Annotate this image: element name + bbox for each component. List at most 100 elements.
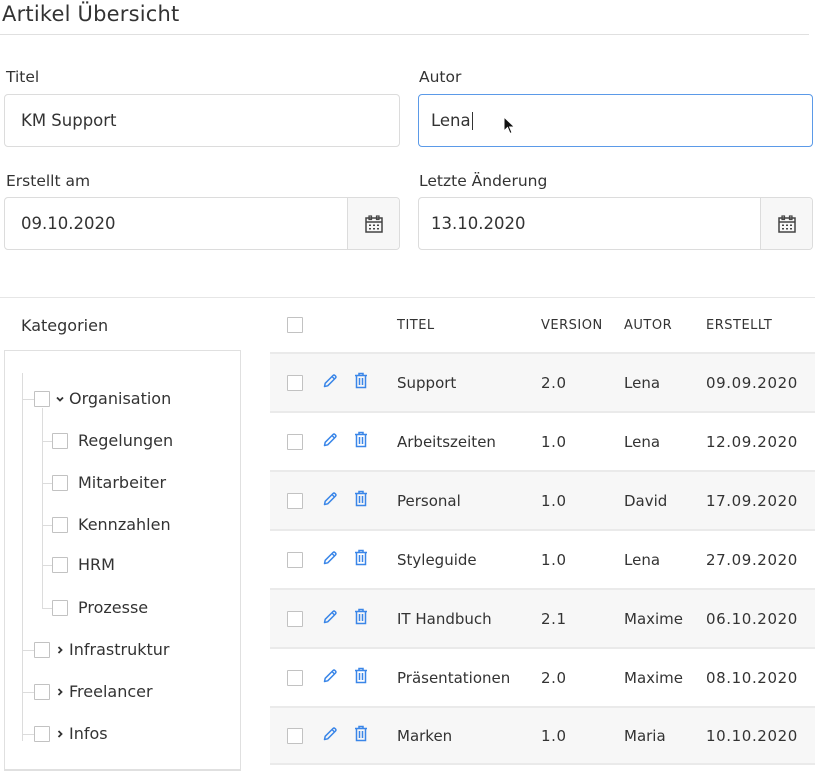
chevron-right-icon[interactable]: [53, 687, 67, 696]
chevron-right-icon[interactable]: [53, 729, 67, 738]
checkbox[interactable]: [52, 432, 68, 449]
letzte-aenderung-label: Letzte Änderung: [419, 172, 548, 190]
cell-erstellt: 27.09.2020: [706, 550, 798, 569]
edit-icon[interactable]: [322, 550, 338, 570]
cell-erstellt: 08.10.2020: [706, 668, 798, 687]
trash-icon[interactable]: [354, 431, 368, 452]
tree-node-label: Organisation: [69, 389, 172, 408]
chevron-right-icon[interactable]: [53, 645, 67, 654]
trash-icon[interactable]: [354, 667, 368, 688]
calendar-icon: [364, 214, 383, 233]
cell-titel: Marken: [397, 726, 453, 745]
column-header-version[interactable]: VERSION: [541, 318, 603, 333]
tree-node-infos[interactable]: Infos: [34, 724, 108, 743]
tree-node-regelungen[interactable]: Regelungen: [52, 431, 173, 450]
erstellt-am-datepicker[interactable]: 09.10.2020: [4, 197, 400, 250]
edit-icon[interactable]: [322, 668, 338, 688]
edit-icon[interactable]: [322, 491, 338, 511]
mouse-pointer-icon: [503, 116, 516, 135]
page-title: Artikel Übersicht: [2, 2, 180, 26]
row-checkbox[interactable]: [287, 374, 303, 391]
kategorien-heading: Kategorien: [21, 316, 109, 335]
title-divider: [0, 34, 809, 35]
cell-autor: David: [624, 491, 668, 510]
table-row[interactable]: Präsentationen 2.0 Maxime 08.10.2020: [270, 647, 815, 706]
tree-node-label: Mitarbeiter: [78, 473, 167, 492]
tree-node-kennzahlen[interactable]: Kennzahlen: [52, 515, 171, 534]
edit-icon[interactable]: [322, 373, 338, 393]
row-checkbox[interactable]: [287, 433, 303, 450]
cell-titel: Arbeitszeiten: [397, 432, 496, 451]
titel-label: Titel: [6, 68, 40, 86]
cell-titel: Styleguide: [397, 550, 477, 569]
cell-version: 1.0: [541, 432, 567, 451]
cell-autor: Lena: [624, 373, 661, 392]
cell-erstellt: 17.09.2020: [706, 491, 798, 510]
row-checkbox[interactable]: [287, 669, 303, 686]
cell-titel: Präsentationen: [397, 668, 511, 687]
trash-icon[interactable]: [354, 608, 368, 629]
checkbox[interactable]: [52, 556, 68, 573]
titel-input[interactable]: KM Support: [4, 94, 400, 147]
tree-node-infrastruktur[interactable]: Infrastruktur: [34, 640, 169, 659]
chevron-down-icon[interactable]: [53, 396, 67, 402]
table-row[interactable]: Support 2.0 Lena 09.09.2020: [270, 352, 815, 411]
edit-icon[interactable]: [322, 726, 338, 746]
cell-autor: Lena: [624, 550, 661, 569]
row-checkbox[interactable]: [287, 610, 303, 627]
tree-node-hrm[interactable]: HRM: [52, 555, 115, 574]
cell-version: 2.1: [541, 609, 567, 628]
tree-node-label: Infos: [69, 724, 108, 743]
cell-titel: IT Handbuch: [397, 609, 492, 628]
autor-input[interactable]: Lena: [418, 94, 813, 147]
table-header: TITEL VERSION AUTOR ERSTELLT: [270, 298, 815, 352]
row-checkbox[interactable]: [287, 551, 303, 568]
letzte-aenderung-input[interactable]: 13.10.2020: [419, 198, 760, 249]
tree-node-mitarbeiter[interactable]: Mitarbeiter: [52, 473, 166, 492]
autor-input-value: Lena: [431, 111, 471, 130]
articles-table: TITEL VERSION AUTOR ERSTELLT Support 2.0…: [270, 298, 815, 765]
trash-icon[interactable]: [354, 490, 368, 511]
column-header-titel[interactable]: TITEL: [397, 318, 435, 333]
trash-icon[interactable]: [354, 725, 368, 746]
checkbox[interactable]: [52, 599, 68, 616]
table-row[interactable]: IT Handbuch 2.1 Maxime 06.10.2020: [270, 588, 815, 647]
tree-node-prozesse[interactable]: Prozesse: [52, 598, 148, 617]
cell-version: 1.0: [541, 726, 567, 745]
tree-node-label: Kennzahlen: [78, 515, 171, 534]
trash-icon[interactable]: [354, 372, 368, 393]
text-caret: [471, 111, 473, 130]
cell-autor: Maxime: [624, 609, 684, 628]
table-row[interactable]: Personal 1.0 David 17.09.2020: [270, 470, 815, 529]
letzte-aenderung-calendar-button[interactable]: [760, 198, 812, 249]
table-row[interactable]: Arbeitszeiten 1.0 Lena 12.09.2020: [270, 411, 815, 470]
autor-label: Autor: [419, 68, 462, 86]
column-header-erstellt[interactable]: ERSTELLT: [706, 318, 772, 333]
erstellt-am-input[interactable]: 09.10.2020: [5, 198, 347, 249]
checkbox[interactable]: [52, 474, 68, 491]
select-all-checkbox[interactable]: [287, 317, 303, 333]
edit-icon[interactable]: [322, 432, 338, 452]
trash-icon[interactable]: [354, 549, 368, 570]
cell-version: 2.0: [541, 668, 567, 687]
checkbox[interactable]: [34, 641, 50, 658]
checkbox[interactable]: [52, 516, 68, 533]
table-row[interactable]: Marken 1.0 Maria 10.10.2020: [270, 706, 815, 765]
tree-node-label: Infrastruktur: [69, 640, 170, 659]
tree-node-label: Regelungen: [78, 431, 174, 450]
cell-erstellt: 09.09.2020: [706, 373, 798, 392]
checkbox[interactable]: [34, 390, 50, 407]
checkbox[interactable]: [34, 683, 50, 700]
table-row[interactable]: Styleguide 1.0 Lena 27.09.2020: [270, 529, 815, 588]
row-checkbox[interactable]: [287, 727, 303, 744]
erstellt-am-calendar-button[interactable]: [347, 198, 399, 249]
edit-icon[interactable]: [322, 609, 338, 629]
tree-node-organisation[interactable]: Organisation: [34, 389, 171, 408]
tree-node-label: Prozesse: [78, 598, 149, 617]
table-body: Support 2.0 Lena 09.09.2020 Arbeitszeite…: [270, 352, 815, 765]
letzte-aenderung-datepicker[interactable]: 13.10.2020: [418, 197, 813, 250]
row-checkbox[interactable]: [287, 492, 303, 509]
checkbox[interactable]: [34, 725, 50, 742]
tree-node-freelancer[interactable]: Freelancer: [34, 682, 153, 701]
column-header-autor[interactable]: AUTOR: [624, 318, 672, 333]
